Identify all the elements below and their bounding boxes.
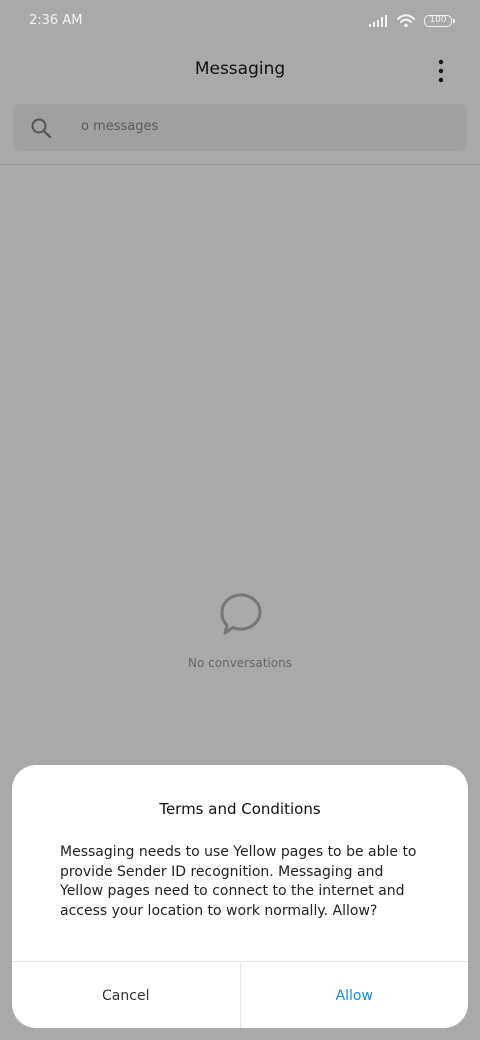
more-options-button[interactable] — [424, 56, 458, 86]
battery-level: 100 — [429, 15, 447, 25]
signal-icon — [369, 15, 387, 27]
dialog-message: Messaging needs to use Yellow pages to b… — [60, 844, 417, 919]
terms-dialog: Terms and Conditions Messaging needs to … — [12, 765, 468, 1028]
wifi-icon — [397, 14, 415, 28]
dialog-actions: Cancel Allow — [12, 961, 468, 1028]
search-input[interactable]: o messages — [13, 104, 467, 151]
chat-bubble-icon — [220, 593, 262, 635]
status-bar: 2:36 AM 100 — [0, 0, 480, 44]
app-screen: 2:36 AM 100 Messaging o messages No conv… — [0, 0, 480, 1040]
cancel-button[interactable]: Cancel — [12, 962, 240, 1028]
more-vert-icon — [438, 59, 444, 83]
search-text: o messages — [81, 119, 159, 134]
page-title: Messaging — [194, 59, 286, 79]
app-header: Messaging — [0, 44, 480, 98]
search-icon — [31, 118, 52, 139]
battery-icon: 100 — [424, 15, 455, 27]
status-time: 2:36 AM — [29, 13, 83, 28]
empty-state-text: No conversations — [188, 656, 292, 670]
allow-button[interactable]: Allow — [239, 962, 469, 1028]
header-divider — [0, 164, 480, 165]
status-icons: 100 — [368, 11, 455, 31]
dialog-title: Terms and Conditions — [159, 800, 321, 818]
